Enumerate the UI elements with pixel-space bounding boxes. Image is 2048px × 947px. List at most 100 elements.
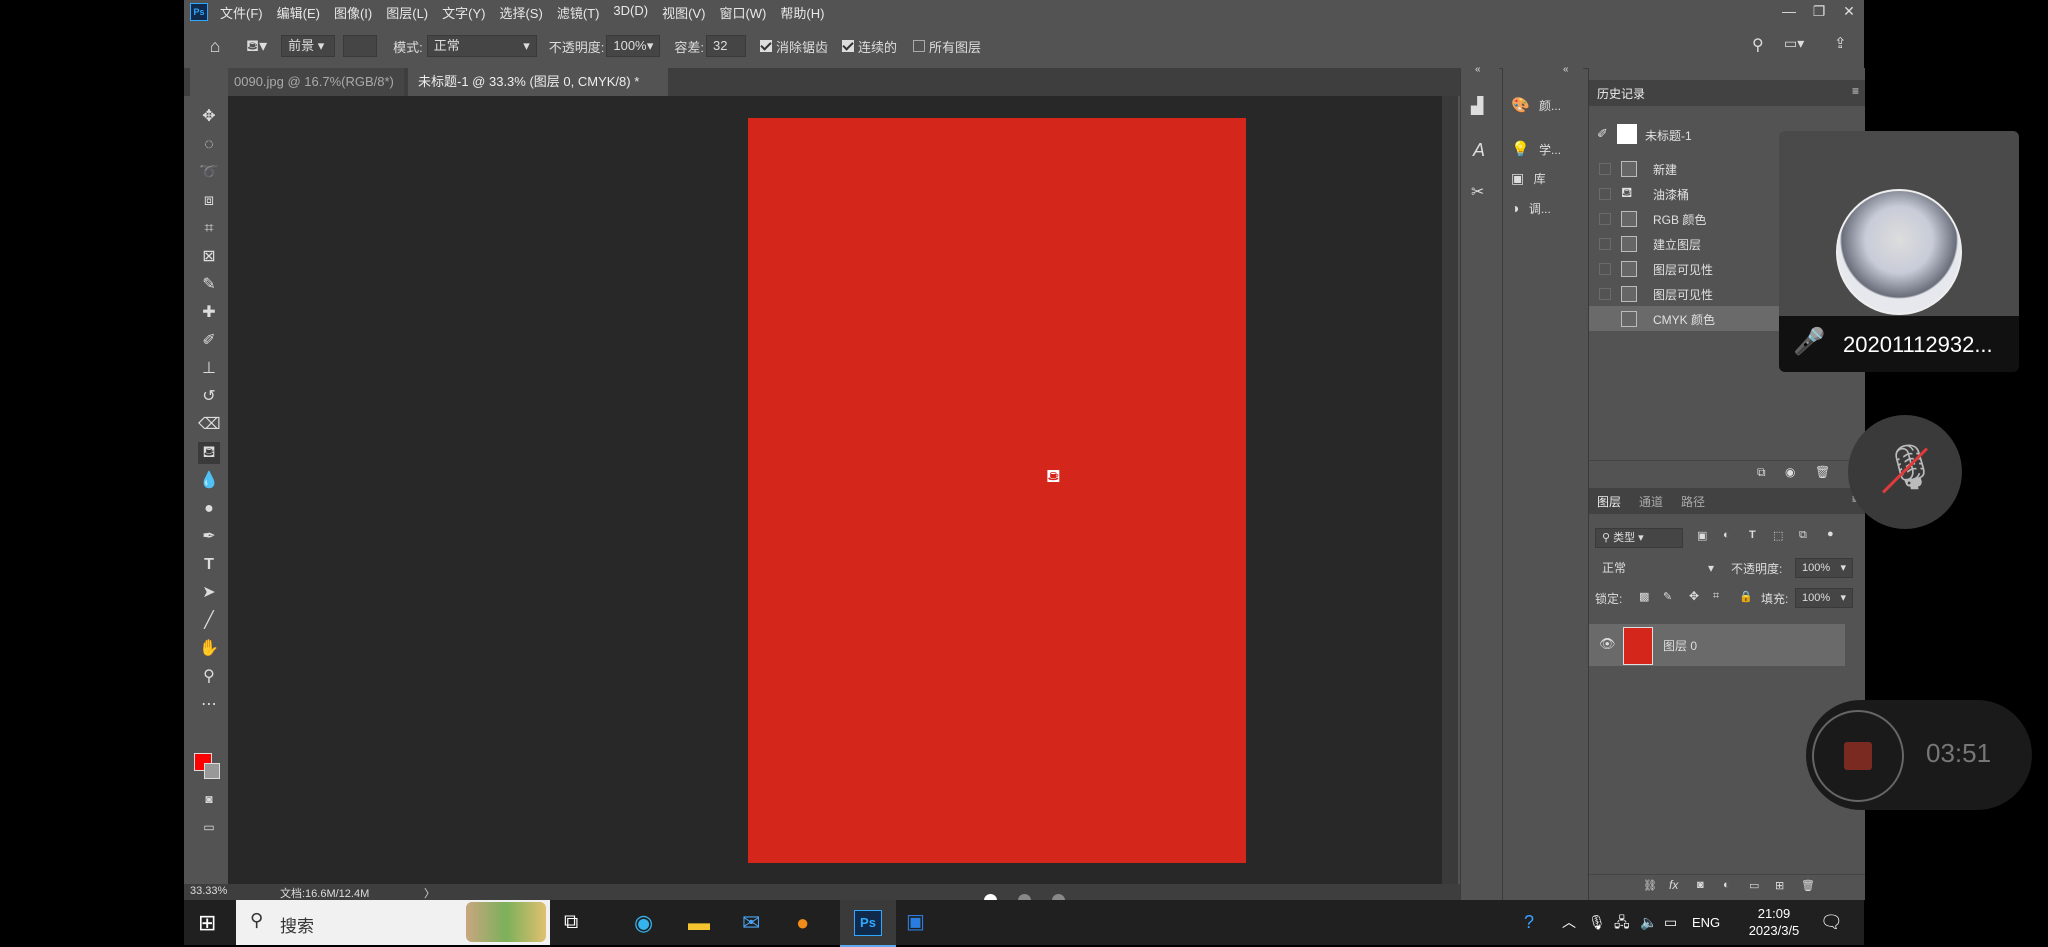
contiguous-checkbox[interactable] [842, 40, 854, 52]
menu-help[interactable]: 帮助(H) [780, 3, 824, 22]
tab-paths[interactable]: 路径 [1681, 493, 1705, 510]
learn-panel-button[interactable]: 💡 学... [1511, 140, 1561, 158]
menu-layer[interactable]: 图层(L) [386, 3, 428, 22]
new-layer-icon[interactable]: ⊞ [1775, 879, 1784, 892]
history-source-box[interactable] [1599, 288, 1611, 300]
hand-tool-icon[interactable]: ✋ [198, 638, 220, 660]
stamp-tool-icon[interactable]: ⊥ [198, 358, 220, 380]
menu-select[interactable]: 选择(S) [499, 3, 542, 22]
history-brush-source-icon[interactable]: ✐ [1597, 126, 1608, 142]
panel-menu-icon[interactable]: ≡ [1852, 84, 1859, 98]
paint-bucket-preset-icon[interactable]: ⛾▾ [246, 36, 267, 57]
quick-mask-icon[interactable]: ◙ [198, 788, 220, 810]
marquee-tool-icon[interactable]: ◌ [198, 134, 220, 156]
workspace-icon[interactable]: ▭▾ [1784, 35, 1804, 52]
history-source-box[interactable] [1599, 213, 1611, 225]
task-view-icon[interactable]: ⧉ [564, 900, 594, 945]
taskbar-search[interactable]: ⚲ 搜索 [236, 900, 550, 945]
pattern-picker[interactable] [343, 35, 378, 57]
microphone-on-icon[interactable]: 🎤 [1793, 326, 1825, 357]
lock-position-icon[interactable]: ✥ [1689, 589, 1699, 603]
more-tools-icon[interactable]: ⋯ [198, 694, 220, 716]
menu-window[interactable]: 窗口(W) [719, 3, 766, 22]
mail-icon[interactable]: ✉ [742, 900, 772, 945]
background-color-swatch[interactable] [204, 763, 220, 779]
history-source-box[interactable] [1599, 238, 1611, 250]
brush-tool-icon[interactable]: ✐ [198, 330, 220, 352]
clock[interactable]: 21:09 2023/3/5 [1734, 900, 1814, 945]
crop-tool-icon[interactable]: ⌗ [198, 218, 220, 240]
color-panel-button[interactable]: 🎨 颜... [1511, 96, 1561, 114]
tab-0090-jpg[interactable]: 0090.jpg @ 16.7%(RGB/8*) × [224, 68, 404, 117]
mute-button[interactable]: 🎙 [1848, 415, 1962, 529]
visibility-eye-icon[interactable]: 👁 [1599, 636, 1616, 652]
frame-tool-icon[interactable]: ⊠ [198, 246, 220, 268]
lock-paint-icon[interactable]: ✎ [1663, 590, 1672, 603]
type-tool-icon[interactable]: T [198, 554, 220, 576]
layer-fill-input[interactable]: 100% ▾ [1795, 588, 1853, 608]
lock-all-icon[interactable]: 🔒 [1739, 590, 1753, 603]
link-layers-icon[interactable]: ⛓ [1643, 879, 1657, 892]
minimize-button[interactable]: — [1774, 0, 1804, 24]
history-source-box[interactable] [1599, 263, 1611, 275]
new-adjustment-icon[interactable]: ◐ [1723, 879, 1730, 891]
zoom-tool-icon[interactable]: ⚲ [198, 666, 220, 688]
vertical-scrollbar[interactable] [1442, 96, 1458, 884]
notification-icon[interactable]: 🗨 [1820, 900, 1850, 945]
add-mask-icon[interactable]: ◙ [1697, 879, 1704, 891]
trash-icon[interactable]: 🗑 [1815, 465, 1830, 479]
help-tray-icon[interactable]: ? [1524, 900, 1550, 945]
stop-recording-button[interactable] [1812, 710, 1904, 802]
search-icon[interactable]: ⚲ [1752, 35, 1764, 55]
tools-settings-icon[interactable]: ✂ [1471, 182, 1484, 202]
eyedropper-tool-icon[interactable]: ✎ [198, 274, 220, 296]
filter-pixel-icon[interactable]: ▣ [1697, 529, 1707, 542]
menu-file[interactable]: 文件(F) [220, 3, 263, 22]
layer-style-icon[interactable]: fx [1669, 878, 1678, 892]
document-canvas[interactable]: ⛾ [748, 118, 1246, 863]
mode-select[interactable]: 正常 ▾ [426, 35, 537, 57]
history-source-box[interactable] [1599, 163, 1611, 175]
all-layers-checkbox[interactable] [913, 40, 926, 52]
path-select-tool-icon[interactable]: ➤ [198, 582, 220, 604]
layer-opacity-input[interactable]: 100% ▾ [1795, 558, 1853, 578]
share-icon[interactable]: ⇪ [1834, 34, 1847, 52]
status-menu-arrow[interactable]: 〉 [424, 885, 435, 901]
photoshop-taskbar-button[interactable]: Ps [840, 900, 896, 947]
input-language[interactable]: ENG [1692, 900, 1728, 945]
battery-tray-icon[interactable]: ▭ [1664, 900, 1684, 945]
menu-filter[interactable]: 滤镜(T) [557, 3, 600, 22]
file-explorer-icon[interactable]: ▬ [688, 900, 718, 945]
new-document-from-state-icon[interactable]: ⧉ [1757, 465, 1766, 480]
volume-tray-icon[interactable]: 🔈 [1640, 900, 1660, 945]
filter-smart-icon[interactable]: ⧉ [1799, 529, 1807, 542]
menu-3d[interactable]: 3D(D) [613, 3, 648, 22]
lasso-tool-icon[interactable]: ➰ [198, 162, 220, 184]
network-tray-icon[interactable]: 🖧 [1614, 900, 1634, 945]
filter-adjust-icon[interactable]: ◐ [1723, 529, 1730, 541]
filter-type-icon[interactable]: T [1749, 529, 1756, 541]
edge-icon[interactable]: ◉ [634, 900, 664, 945]
tab-history[interactable]: 历史记录 [1597, 85, 1645, 102]
history-source-box[interactable] [1599, 313, 1611, 325]
line-tool-icon[interactable]: ╱ [198, 610, 220, 632]
layer-row[interactable]: 👁 图层 0 [1589, 624, 1845, 666]
lock-transparent-icon[interactable]: ▩ [1639, 590, 1649, 603]
filter-shape-icon[interactable]: ⬚ [1773, 529, 1783, 542]
close-button[interactable]: ✕ [1834, 0, 1864, 24]
blur-tool-icon[interactable]: 💧 [198, 470, 220, 492]
adjustments-panel-button[interactable]: ◑ 调... [1511, 200, 1551, 217]
chevron-up-icon[interactable]: ︿ [1562, 900, 1582, 945]
screen-mode-icon[interactable]: ▭ [198, 816, 220, 838]
menu-type[interactable]: 文字(Y) [442, 3, 485, 22]
collapse-dock-icon[interactable]: « [1475, 64, 1481, 75]
whiteboard-app-icon[interactable]: ▣ [906, 900, 936, 945]
tab-untitled-1[interactable]: 未标题-1 @ 33.3% (图层 0, CMYK/8) * × [408, 68, 668, 117]
menu-view[interactable]: 视图(V) [662, 3, 705, 22]
healing-brush-tool-icon[interactable]: ✚ [198, 302, 220, 324]
layer-kind-filter[interactable]: ⚲ 类型 ▾ [1595, 528, 1683, 548]
pen-tool-icon[interactable]: ✒ [198, 526, 220, 548]
libraries-panel-button[interactable]: ▣ 库 [1511, 170, 1546, 187]
fill-source-select[interactable]: 前景 ▾ [281, 35, 336, 57]
delete-layer-icon[interactable]: 🗑 [1801, 879, 1815, 892]
